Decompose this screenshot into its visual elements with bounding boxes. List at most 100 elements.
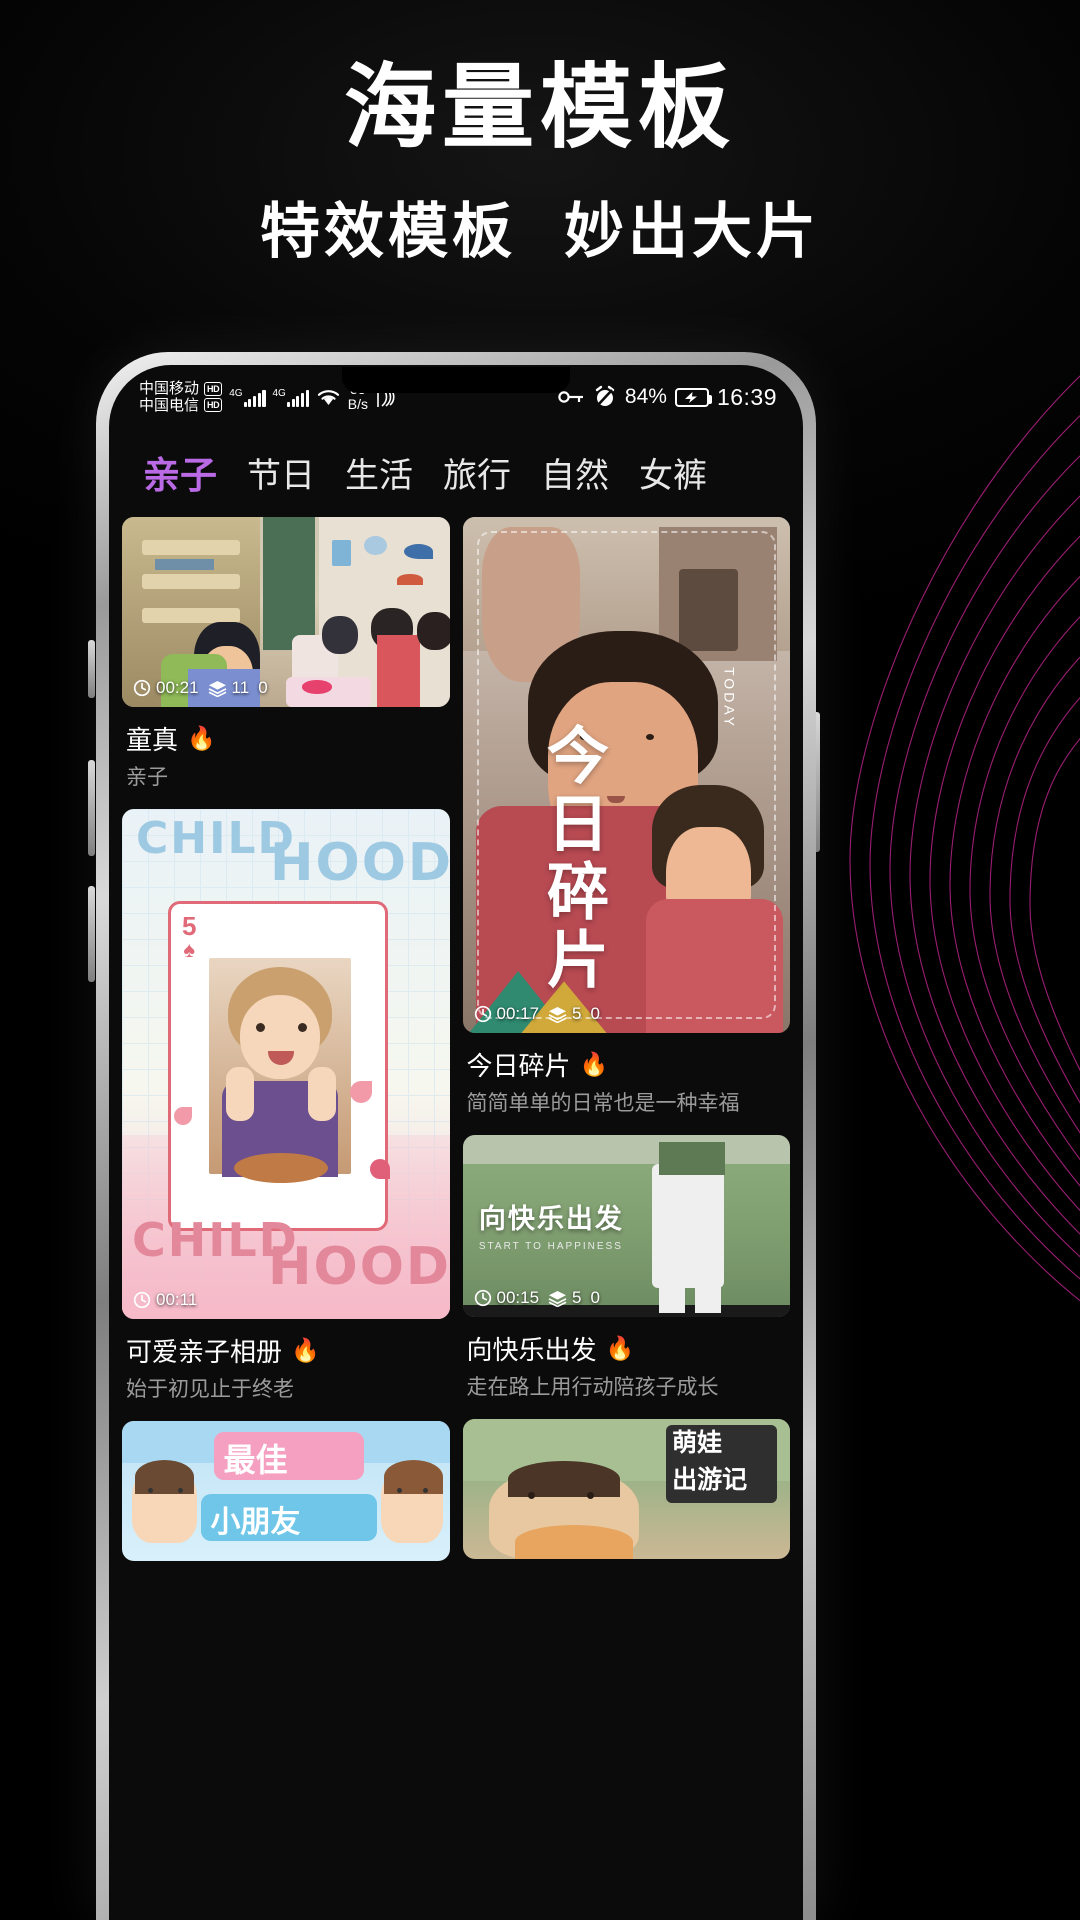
- layers-count: 11: [231, 678, 250, 697]
- signal-bars-icon-1: [243, 388, 266, 407]
- duration-group: 00:17: [474, 1004, 540, 1024]
- likes-count: 0: [590, 1004, 600, 1023]
- duration-label: 00:17: [496, 1004, 540, 1023]
- template-card[interactable]: CHILD HOOD 5 ♠ CHILD HOOD 00:11 可爱亲子相册 🔥…: [122, 809, 450, 1403]
- template-grid: 00:21 11 0 童真 🔥 亲子 CHILD HOOD 5 ♠ CHILD …: [109, 517, 803, 1561]
- likes-count: 0: [258, 678, 268, 697]
- template-title-row: 今日碎片 🔥: [467, 1046, 791, 1083]
- template-card[interactable]: 今日碎片 TODAY 00:17 5 0 今日碎片 🔥 简简单单的日常也是一种幸…: [462, 517, 791, 1117]
- fire-icon: 🔥: [291, 1337, 320, 1363]
- layers-count: 5: [572, 1288, 582, 1307]
- phone-volume-down-button: [88, 886, 95, 982]
- thumbnail-art-baby-travel: 萌娃 出游记: [462, 1419, 790, 1559]
- clock-icon: [474, 1005, 491, 1023]
- signal-group-1: 4G: [229, 387, 266, 407]
- thumbnail-meta: 00:17 5 0: [474, 1004, 600, 1024]
- phone-screen: 中国移动 HD 中国电信 HD 4G 4G B/s 84% 16:39 亲子 节…: [109, 365, 803, 1920]
- tab-qinzi[interactable]: 亲子: [143, 445, 217, 499]
- duration-label: 00:15: [496, 1288, 540, 1307]
- layers-group: 11: [208, 678, 250, 698]
- tab-nvku[interactable]: 女裤: [639, 448, 707, 497]
- layers-group: 5: [548, 1004, 582, 1024]
- thumbnail-meta: 00:15 5 0: [474, 1288, 600, 1308]
- speed-unit: B/s: [347, 396, 369, 412]
- template-thumbnail[interactable]: 最佳 小朋友: [122, 1421, 450, 1561]
- template-desc: 走在路上用行动陪孩子成长: [466, 1376, 719, 1399]
- promo-screenshot: 海量模板 特效模板 妙出大片 中国移动 HD 中国电信 HD 4G 4G B/s…: [0, 0, 1080, 1920]
- carrier-row-2: 中国电信 HD: [139, 397, 223, 414]
- tab-ziran[interactable]: 自然: [541, 448, 609, 497]
- template-column-left: 00:21 11 0 童真 🔥 亲子 CHILD HOOD 5 ♠ CHILD …: [122, 517, 450, 1561]
- duration-label: 00:21: [156, 678, 199, 697]
- carrier-names: 中国移动 HD 中国电信 HD: [139, 379, 223, 414]
- overlay-today-fragment-title: 今日碎片: [536, 723, 606, 996]
- overlay-baby-travel-1: 萌娃: [672, 1429, 723, 1458]
- duration-group: 00:21: [133, 678, 199, 698]
- fire-icon: 🔥: [605, 1335, 635, 1361]
- template-card[interactable]: 00:21 11 0 童真 🔥 亲子: [122, 517, 450, 791]
- thumbnail-art-best-friends: 最佳 小朋友: [122, 1421, 450, 1561]
- key-icon: [558, 391, 583, 403]
- phone-notch: [342, 367, 570, 393]
- layers-icon: [548, 1006, 567, 1023]
- overlay-best-friends-2: 小朋友: [210, 1505, 301, 1539]
- phone-mockup: 中国移动 HD 中国电信 HD 4G 4G B/s 84% 16:39 亲子 节…: [96, 352, 816, 1920]
- carrier-1-label: 中国移动: [139, 379, 200, 397]
- tab-jieri[interactable]: 节日: [247, 448, 315, 497]
- layers-icon: [548, 1290, 567, 1307]
- network-type-2: 4G: [272, 387, 286, 399]
- clock-icon: [133, 1291, 151, 1309]
- overlay-journey-title: 向快乐出发: [478, 1203, 624, 1234]
- phone-button-left-1: [88, 640, 95, 698]
- overlay-childhood-bottom-2: HOOD: [268, 1237, 450, 1297]
- fire-icon: 🔥: [187, 725, 216, 751]
- layers-count: 5: [572, 1004, 582, 1023]
- template-title: 今日碎片: [466, 1051, 571, 1081]
- template-desc: 始于初见止于终老: [126, 1378, 294, 1401]
- network-type-1: 4G: [229, 387, 243, 399]
- thumbnail-art-childhood-album: CHILD HOOD 5 ♠ CHILD HOOD: [122, 809, 450, 1319]
- fire-icon: 🔥: [579, 1051, 609, 1077]
- template-thumbnail[interactable]: 00:21 11 0: [122, 517, 450, 707]
- template-title-row: 向快乐出发 🔥: [467, 1330, 791, 1367]
- hd-badge-2: HD: [204, 398, 223, 413]
- clock-icon: [474, 1289, 491, 1307]
- tab-lvxing[interactable]: 旅行: [443, 448, 511, 497]
- overlay-today-label: TODAY: [721, 666, 738, 729]
- overlay-childhood-top-2: HOOD: [270, 833, 450, 893]
- page-title: 海量模板: [343, 54, 736, 161]
- battery-charging-icon: [674, 387, 712, 407]
- overlay-journey-sub: START TO HAPPINESS: [478, 1240, 623, 1252]
- category-tab-bar[interactable]: 亲子 节日 生活 旅行 自然 女裤: [109, 423, 803, 517]
- clock-time: 16:39: [716, 383, 777, 410]
- template-title-row: 可爱亲子相册 🔥: [126, 1332, 450, 1369]
- template-card[interactable]: 向快乐出发 START TO HAPPINESS 00:15 5 0 向快乐出发…: [462, 1135, 791, 1401]
- template-desc: 亲子: [126, 766, 168, 789]
- template-title: 童真: [126, 725, 179, 755]
- template-thumbnail[interactable]: CHILD HOOD 5 ♠ CHILD HOOD 00:11: [122, 809, 450, 1319]
- template-title: 可爱亲子相册: [126, 1337, 283, 1367]
- phone-volume-up-button: [88, 760, 95, 856]
- subtitle-right: 妙出大片: [564, 198, 820, 265]
- template-thumbnail[interactable]: 向快乐出发 START TO HAPPINESS 00:15 5 0: [462, 1135, 790, 1317]
- subtitle-left: 特效模板: [260, 198, 516, 265]
- template-card[interactable]: 最佳 小朋友: [122, 1421, 450, 1561]
- thumbnail-meta: 00:21 11 0: [133, 678, 268, 698]
- page-subtitle: 特效模板 妙出大片: [0, 196, 1080, 268]
- signal-group-2: 4G: [273, 388, 309, 407]
- battery-percent-label: 84%: [624, 385, 667, 408]
- duration-label: 00:11: [156, 1290, 198, 1309]
- duration-group: 00:15: [474, 1288, 540, 1308]
- likes-count: 0: [590, 1288, 600, 1307]
- layers-icon: [208, 680, 226, 697]
- template-column-right: 今日碎片 TODAY 00:17 5 0 今日碎片 🔥 简简单单的日常也是一种幸…: [462, 517, 791, 1561]
- template-card[interactable]: 萌娃 出游记: [462, 1419, 790, 1559]
- overlay-baby-travel-2: 出游记: [672, 1465, 748, 1494]
- tab-shenghuo[interactable]: 生活: [345, 448, 413, 497]
- overlay-best-friends-1: 最佳: [223, 1442, 288, 1478]
- hd-badge-1: HD: [204, 381, 223, 396]
- thumbnail-meta: 00:11: [133, 1290, 197, 1310]
- template-thumbnail[interactable]: 萌娃 出游记: [462, 1419, 790, 1559]
- thumbnail-art-father-son: 今日碎片 TODAY: [462, 517, 790, 1033]
- template-thumbnail[interactable]: 今日碎片 TODAY 00:17 5 0: [462, 517, 790, 1033]
